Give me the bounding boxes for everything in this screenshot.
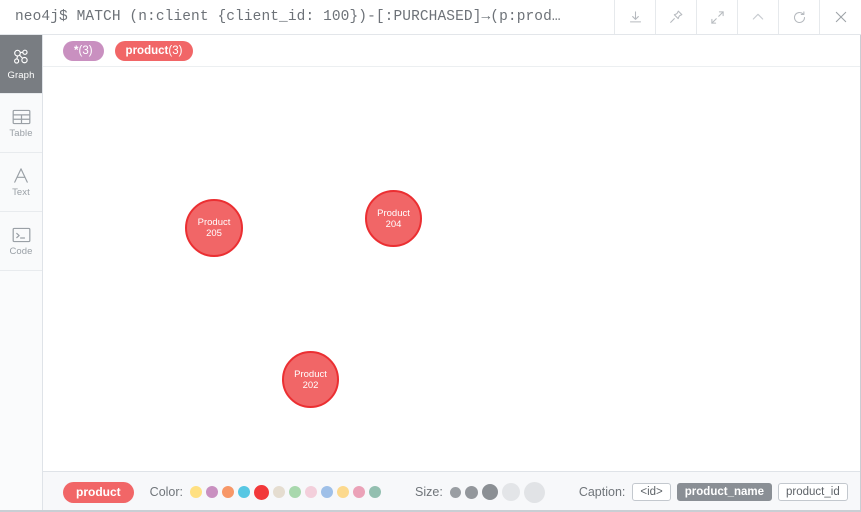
size-swatch[interactable] bbox=[523, 481, 545, 503]
chevron-up-icon bbox=[752, 13, 764, 20]
view-switcher-sidebar: Graph Table Text Code bbox=[0, 35, 43, 512]
caption-option-row: <id> product_name product_id bbox=[632, 483, 848, 501]
sidebar-item-code[interactable]: Code bbox=[0, 212, 42, 271]
color-swatch[interactable] bbox=[190, 486, 203, 498]
pin-icon bbox=[670, 10, 683, 23]
color-swatch-row bbox=[190, 484, 382, 500]
size-swatch[interactable] bbox=[501, 483, 520, 501]
color-swatch[interactable] bbox=[222, 486, 235, 498]
size-label: Size: bbox=[415, 485, 443, 499]
query-prompt: neo4j$ bbox=[15, 9, 68, 25]
color-swatch[interactable] bbox=[206, 486, 219, 498]
query-statement: MATCH (n:client {client_id: 100})-[:PURC… bbox=[76, 9, 561, 25]
frame-body: Graph Table Text Code * (3) product (3) … bbox=[0, 35, 861, 512]
color-swatch[interactable] bbox=[353, 486, 366, 498]
expand-arrows-icon bbox=[710, 10, 724, 24]
refresh-icon bbox=[793, 10, 805, 23]
sidebar-item-label: Graph bbox=[7, 70, 35, 82]
size-swatch-selected[interactable] bbox=[481, 484, 498, 500]
node-caption-line1: Product bbox=[294, 368, 327, 380]
color-swatch[interactable] bbox=[238, 486, 251, 498]
color-swatch[interactable] bbox=[321, 486, 334, 498]
graph-node[interactable]: Product 205 bbox=[185, 199, 243, 257]
pin-button[interactable] bbox=[656, 0, 697, 34]
close-icon bbox=[835, 11, 846, 23]
node-caption-line2: 204 bbox=[385, 218, 402, 230]
sidebar-item-label: Text bbox=[12, 187, 30, 199]
node-caption-line1: Product bbox=[377, 207, 410, 219]
sidebar-item-graph[interactable]: Graph bbox=[0, 35, 42, 94]
graph-icon bbox=[14, 49, 28, 64]
label-chip-count: (3) bbox=[78, 44, 93, 57]
table-icon bbox=[12, 109, 30, 124]
caption-option-id[interactable]: <id> bbox=[632, 483, 671, 501]
text-icon bbox=[14, 168, 28, 184]
label-chip-count: (3) bbox=[168, 44, 183, 57]
caption-option-product-name[interactable]: product_name bbox=[676, 483, 773, 501]
frame-toolbar bbox=[615, 0, 861, 34]
sidebar-item-label: Table bbox=[9, 127, 33, 139]
color-swatch[interactable] bbox=[369, 486, 382, 498]
color-swatch[interactable] bbox=[289, 486, 302, 498]
graph-visualization-panel: * (3) product (3) Product 205 Product 204 … bbox=[43, 35, 861, 512]
node-caption-line2: 205 bbox=[206, 228, 222, 239]
label-chip-text: product bbox=[125, 44, 169, 57]
label-chip-all[interactable]: * (3) bbox=[63, 40, 104, 61]
size-swatch-row bbox=[449, 481, 545, 503]
graph-node[interactable]: Product 202 bbox=[282, 351, 339, 408]
caption-option-product-id[interactable]: product_id bbox=[778, 483, 848, 501]
query-display[interactable]: neo4j$ MATCH (n:client {client_id: 100})… bbox=[0, 0, 615, 34]
node-caption-line2: 202 bbox=[302, 379, 319, 391]
download-button[interactable] bbox=[615, 0, 656, 34]
graph-style-legend: product Color: Size: Caption: <id> produ… bbox=[43, 471, 860, 512]
color-swatch[interactable] bbox=[305, 486, 318, 498]
color-swatch[interactable] bbox=[273, 486, 286, 498]
caption-label: Caption: bbox=[578, 485, 626, 499]
node-caption-line1: Product bbox=[197, 217, 231, 228]
size-swatch[interactable] bbox=[449, 486, 461, 498]
label-chip-product[interactable]: product (3) bbox=[114, 40, 194, 61]
result-frame-titlebar: neo4j$ MATCH (n:client {client_id: 100})… bbox=[0, 0, 861, 35]
close-button[interactable] bbox=[820, 0, 861, 34]
download-icon bbox=[629, 10, 641, 22]
neo4j-browser-result-frame: neo4j$ MATCH (n:client {client_id: 100})… bbox=[0, 0, 861, 512]
sidebar-item-label: Code bbox=[9, 245, 33, 257]
color-swatch[interactable] bbox=[337, 486, 350, 498]
code-icon bbox=[12, 227, 30, 242]
fullscreen-button[interactable] bbox=[697, 0, 738, 34]
color-label: Color: bbox=[149, 485, 184, 499]
rerun-button[interactable] bbox=[779, 0, 820, 34]
sidebar-item-table[interactable]: Table bbox=[0, 94, 42, 153]
graph-canvas[interactable]: Product 205 Product 204 Product 202 bbox=[43, 67, 860, 471]
sidebar-filler bbox=[0, 271, 42, 512]
label-chip-bar: * (3) product (3) bbox=[43, 35, 860, 67]
collapse-button[interactable] bbox=[738, 0, 779, 34]
sidebar-item-text[interactable]: Text bbox=[0, 153, 42, 212]
graph-node[interactable]: Product 204 bbox=[365, 190, 422, 247]
legend-label-chip-product[interactable]: product bbox=[63, 481, 134, 503]
query-text: neo4j$ MATCH (n:client {client_id: 100})… bbox=[15, 9, 561, 25]
color-swatch-selected[interactable] bbox=[254, 484, 270, 500]
size-swatch[interactable] bbox=[464, 485, 478, 499]
